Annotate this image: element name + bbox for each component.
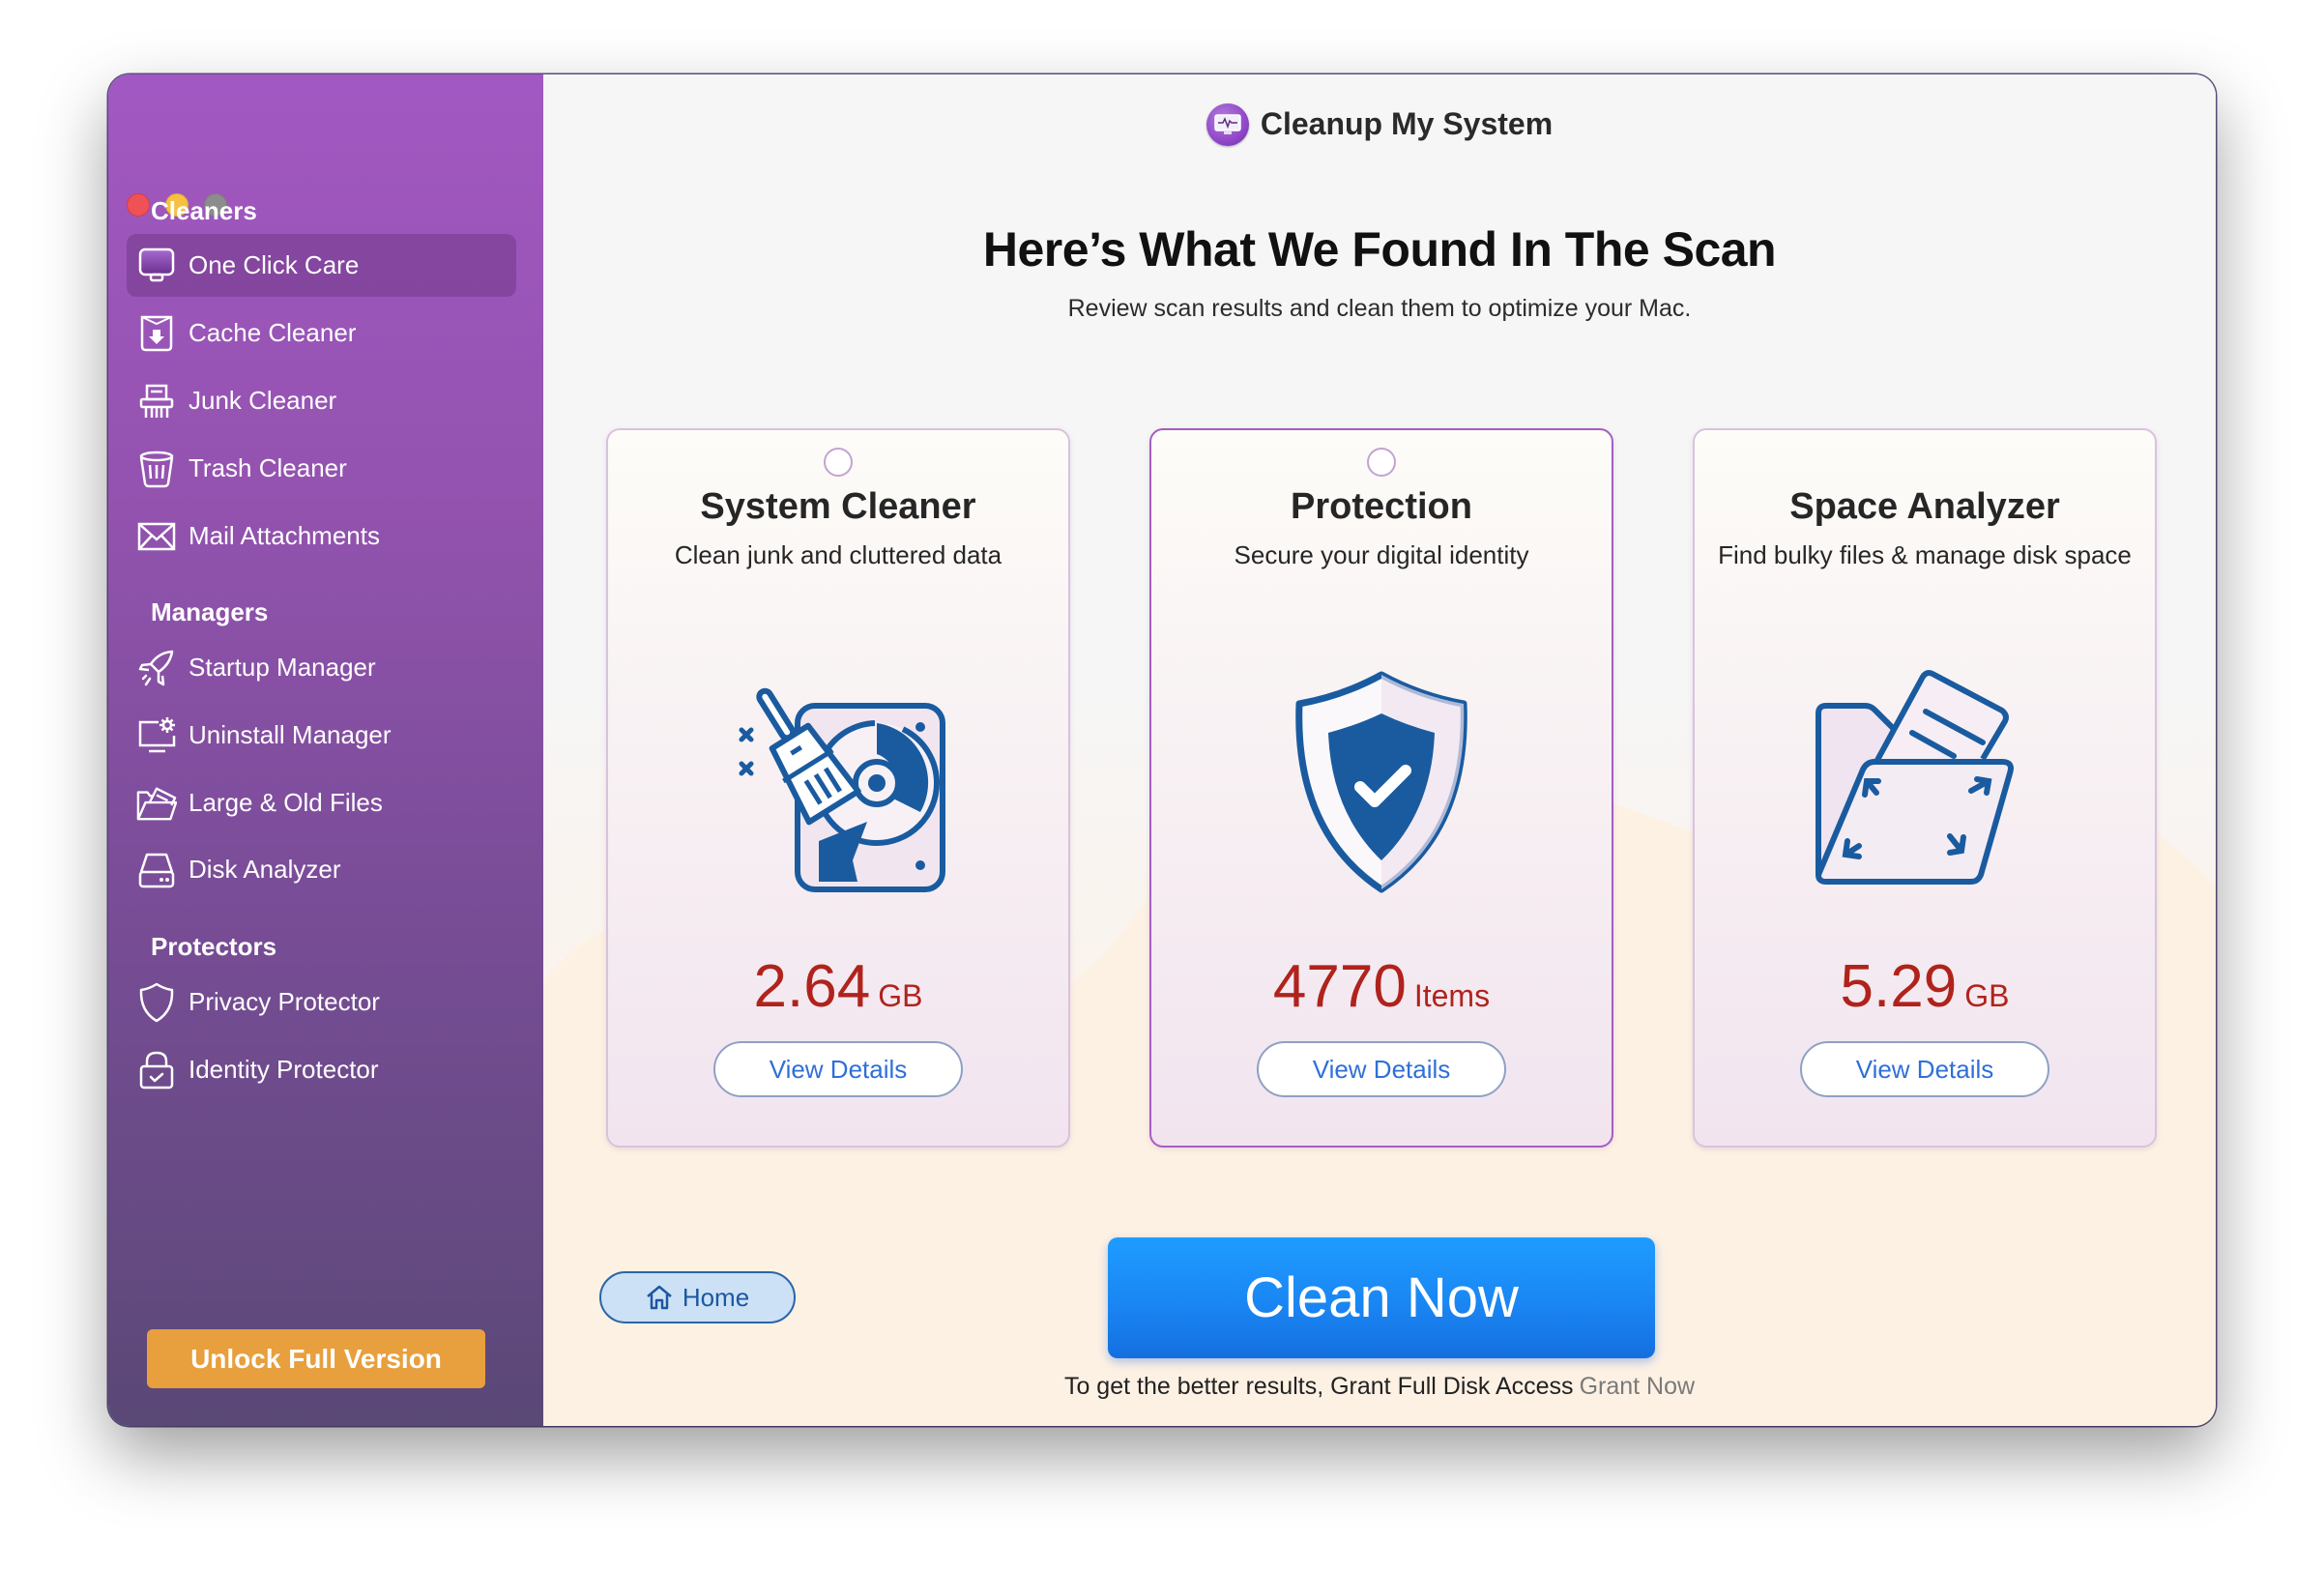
sidebar-item-label: Startup Manager: [189, 653, 376, 682]
disk-broom-icon: [722, 667, 954, 899]
clean-now-button[interactable]: Clean Now: [1108, 1237, 1655, 1358]
card-value: 2.64 GB: [608, 952, 1068, 1021]
home-label: Home: [682, 1282, 750, 1312]
sidebar-item-one-click-care[interactable]: One Click Care: [127, 234, 516, 297]
page-subheading: Review scan results and clean them to op…: [1067, 295, 1692, 322]
app-window: Cleaners One Click Care Cache Cleaner Ju…: [108, 74, 2216, 1426]
card-description: Secure your digital identity: [1234, 540, 1529, 569]
sidebar-item-uninstall-manager[interactable]: Uninstall Manager: [127, 704, 516, 767]
card-protection[interactable]: Protection Secure your digital identity …: [1149, 428, 1613, 1148]
sidebar-item-trash-cleaner[interactable]: Trash Cleaner: [127, 437, 516, 500]
card-select-radio[interactable]: [824, 448, 853, 477]
sidebar-item-label: Disk Analyzer: [189, 855, 341, 884]
sidebar-item-identity-protector[interactable]: Identity Protector: [127, 1038, 516, 1101]
card-value-number: 2.64: [753, 953, 871, 1020]
home-button[interactable]: Home: [599, 1271, 796, 1323]
main-content: Cleanup My System Here’s What We Found I…: [543, 74, 2216, 1426]
sidebar-item-cache-cleaner[interactable]: Cache Cleaner: [127, 302, 516, 364]
card-title: Space Analyzer: [1789, 486, 2060, 527]
sidebar-item-label: Mail Attachments: [189, 521, 380, 550]
card-space-analyzer[interactable]: Space Analyzer Find bulky files & manage…: [1693, 428, 2157, 1148]
open-folder-icon: [136, 783, 177, 824]
app-logo-icon: [1206, 102, 1249, 146]
card-select-radio[interactable]: [1367, 448, 1396, 477]
card-title: Protection: [1291, 486, 1472, 527]
sidebar-item-privacy-protector[interactable]: Privacy Protector: [127, 971, 516, 1033]
sidebar: Cleaners One Click Care Cache Cleaner Ju…: [108, 74, 543, 1426]
unlock-full-version-button[interactable]: Unlock Full Version: [147, 1329, 485, 1388]
sidebar-item-startup-manager[interactable]: Startup Manager: [127, 636, 516, 699]
sidebar-item-disk-analyzer[interactable]: Disk Analyzer: [127, 838, 516, 901]
card-value-number: 4770: [1272, 953, 1407, 1020]
rocket-icon: [136, 648, 177, 688]
folder-expand-icon: [1809, 667, 2041, 899]
view-details-button[interactable]: View Details: [1257, 1041, 1506, 1097]
card-system-cleaner[interactable]: System Cleaner Clean junk and cluttered …: [606, 428, 1070, 1148]
sidebar-item-label: Cache Cleaner: [189, 318, 357, 347]
view-details-button[interactable]: View Details: [713, 1041, 963, 1097]
section-title-protectors: Protectors: [151, 932, 277, 961]
shield-icon: [136, 982, 177, 1023]
lock-check-icon: [136, 1050, 177, 1090]
card-description: Clean junk and cluttered data: [674, 540, 1002, 569]
sidebar-item-label: Large & Old Files: [189, 788, 383, 817]
section-title-managers: Managers: [151, 597, 269, 626]
close-window-button[interactable]: [127, 193, 150, 217]
app-title: Cleanup My System: [1260, 106, 1554, 141]
section-title-cleaners: Cleaners: [151, 196, 257, 225]
page-heading: Here’s What We Found In The Scan: [982, 222, 1777, 276]
card-title: System Cleaner: [700, 486, 976, 527]
sidebar-item-label: Uninstall Manager: [189, 720, 392, 749]
sidebar-item-label: Identity Protector: [189, 1055, 379, 1084]
sidebar-item-mail-attachments[interactable]: Mail Attachments: [127, 505, 516, 567]
full-disk-access-note: To get the better results, Grant Full Di…: [543, 1373, 2216, 1401]
card-description: Find bulky files & manage disk space: [1718, 540, 2132, 569]
sidebar-item-large-old-files[interactable]: Large & Old Files: [127, 771, 516, 834]
mail-icon: [136, 516, 177, 557]
monitor-icon: [136, 246, 177, 286]
grant-now-link[interactable]: Grant Now: [1580, 1373, 1695, 1400]
sidebar-item-label: Privacy Protector: [189, 987, 380, 1016]
footer-note-text: To get the better results, Grant Full Di…: [1063, 1373, 1574, 1400]
cache-download-icon: [136, 313, 177, 354]
sidebar-item-junk-cleaner[interactable]: Junk Cleaner: [127, 369, 516, 432]
sidebar-item-label: One Click Care: [189, 250, 360, 279]
card-value-unit: GB: [1964, 978, 2010, 1013]
card-value: 4770 Items: [1151, 952, 1612, 1021]
home-icon: [647, 1285, 672, 1310]
sidebar-item-label: Trash Cleaner: [189, 453, 347, 482]
hard-drive-icon: [136, 850, 177, 890]
card-value: 5.29 GB: [1695, 952, 2155, 1021]
monitor-gear-icon: [136, 715, 177, 756]
shield-check-icon: [1265, 667, 1497, 899]
trash-icon: [136, 449, 177, 489]
sidebar-item-label: Junk Cleaner: [189, 386, 337, 415]
title-bar: Cleanup My System: [543, 74, 2216, 174]
shredder-icon: [136, 381, 177, 422]
card-value-unit: Items: [1413, 978, 1491, 1013]
card-value-unit: GB: [878, 978, 923, 1013]
view-details-button[interactable]: View Details: [1800, 1041, 2049, 1097]
card-value-number: 5.29: [1840, 953, 1958, 1020]
